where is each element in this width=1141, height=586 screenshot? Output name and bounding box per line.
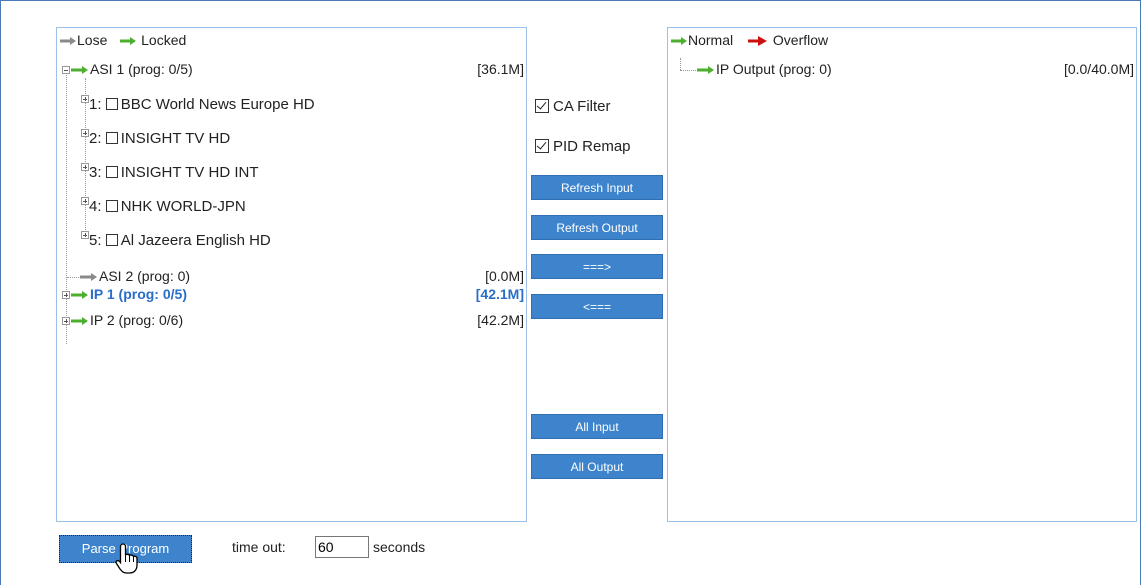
green-arrow-icon: [71, 291, 88, 300]
gray-arrow-icon: [60, 37, 76, 46]
collapse-icon[interactable]: [62, 66, 70, 75]
node-size: [42.1M]: [475, 286, 524, 302]
green-arrow-icon: [120, 37, 137, 46]
expand-icon[interactable]: [81, 95, 89, 103]
program-number: 1:: [89, 96, 102, 113]
legend-normal-label: Normal: [688, 32, 734, 48]
program-number: 5:: [89, 232, 102, 249]
expand-icon[interactable]: [81, 129, 89, 137]
program-item[interactable]: 4: NHK WORLD-JPN: [81, 197, 246, 216]
output-tree-panel: Normal Overflow IP Output (prog: 0) [0.0…: [667, 27, 1137, 522]
tree-node-asi1[interactable]: ASI 1 (prog: 0/5) [36.1M]: [62, 60, 524, 78]
seconds-label: seconds: [373, 539, 426, 555]
program-name: NHK WORLD-JPN: [120, 198, 246, 215]
expand-icon[interactable]: [81, 163, 89, 171]
gray-arrow-icon: [80, 273, 97, 282]
expand-icon[interactable]: [81, 197, 89, 205]
expand-icon[interactable]: [62, 317, 70, 326]
program-name: BBC World News Europe HD: [120, 96, 315, 113]
program-checkbox[interactable]: [105, 98, 118, 110]
pid-remap-label: PID Remap: [553, 138, 631, 155]
program-item[interactable]: 3: INSIGHT TV HD INT: [81, 163, 258, 182]
red-arrow-icon: [748, 36, 768, 47]
ca-filter-label: CA Filter: [553, 98, 611, 115]
node-label: IP Output (prog: 0): [716, 61, 832, 77]
input-tree-panel: Lose Locked ASI 1 (prog: 0/5) [36.1M] 1:…: [56, 27, 527, 522]
expand-icon[interactable]: [62, 291, 70, 300]
tree-node-ip2[interactable]: IP 2 (prog: 0/6) [42.2M]: [62, 311, 524, 329]
pid-remap-checkbox[interactable]: PID Remap: [535, 138, 631, 156]
program-number: 3:: [89, 164, 102, 181]
input-legend: Lose Locked: [59, 31, 186, 49]
program-checkbox[interactable]: [105, 166, 118, 178]
green-arrow-icon: [697, 66, 714, 75]
all-output-button[interactable]: All Output: [531, 454, 663, 479]
output-legend: Normal Overflow: [670, 31, 828, 49]
green-arrow-icon: [71, 317, 88, 326]
node-label: ASI 2 (prog: 0): [99, 268, 191, 284]
timeout-label: time out:: [232, 539, 286, 555]
refresh-input-button[interactable]: Refresh Input: [531, 175, 663, 200]
program-name: INSIGHT TV HD INT: [120, 164, 259, 181]
tree-connector: [67, 277, 79, 278]
node-size: [0.0M]: [485, 268, 524, 284]
program-checkbox[interactable]: [105, 132, 118, 144]
program-item[interactable]: 5: Al Jazeera English HD: [81, 231, 271, 250]
program-number: 4:: [89, 198, 102, 215]
all-input-button[interactable]: All Input: [531, 414, 663, 439]
program-number: 2:: [89, 130, 102, 147]
checked-checkbox-icon[interactable]: [535, 139, 549, 153]
node-label: ASI 1 (prog: 0/5): [90, 61, 193, 77]
program-checkbox[interactable]: [105, 200, 118, 212]
green-arrow-icon: [71, 66, 88, 75]
expand-icon[interactable]: [81, 231, 89, 239]
tree-connector: [680, 70, 696, 71]
hand-cursor-icon: [115, 543, 138, 574]
node-label: IP 1 (prog: 0/5): [90, 286, 187, 302]
program-name: INSIGHT TV HD: [120, 130, 231, 147]
timeout-input[interactable]: [315, 536, 369, 558]
move-right-button[interactable]: ===>: [531, 254, 663, 279]
output-node[interactable]: IP Output (prog: 0) [0.0/40.0M]: [696, 60, 1134, 78]
legend-lose-label: Lose: [77, 32, 108, 48]
ca-filter-checkbox[interactable]: CA Filter: [535, 98, 611, 116]
program-item[interactable]: 1: BBC World News Europe HD: [81, 95, 315, 114]
green-arrow-icon: [671, 37, 687, 46]
program-item[interactable]: 2: INSIGHT TV HD: [81, 129, 230, 148]
node-size: [36.1M]: [477, 61, 524, 77]
node-size: [0.0/40.0M]: [1063, 61, 1134, 77]
tree-node-asi2[interactable]: ASI 2 (prog: 0) [0.0M]: [79, 267, 524, 285]
node-label: IP 2 (prog: 0/6): [90, 312, 184, 328]
legend-locked-label: Locked: [141, 32, 187, 48]
move-left-button[interactable]: <===: [531, 294, 663, 319]
program-name: Al Jazeera English HD: [120, 232, 271, 249]
tree-node-ip1[interactable]: IP 1 (prog: 0/5) [42.1M]: [62, 285, 524, 303]
refresh-output-button[interactable]: Refresh Output: [531, 215, 663, 240]
legend-overflow-label: Overflow: [772, 32, 829, 48]
checked-checkbox-icon[interactable]: [535, 99, 549, 113]
node-size: [42.2M]: [477, 312, 524, 328]
tree-connector: [680, 58, 681, 70]
program-checkbox[interactable]: [105, 234, 118, 246]
